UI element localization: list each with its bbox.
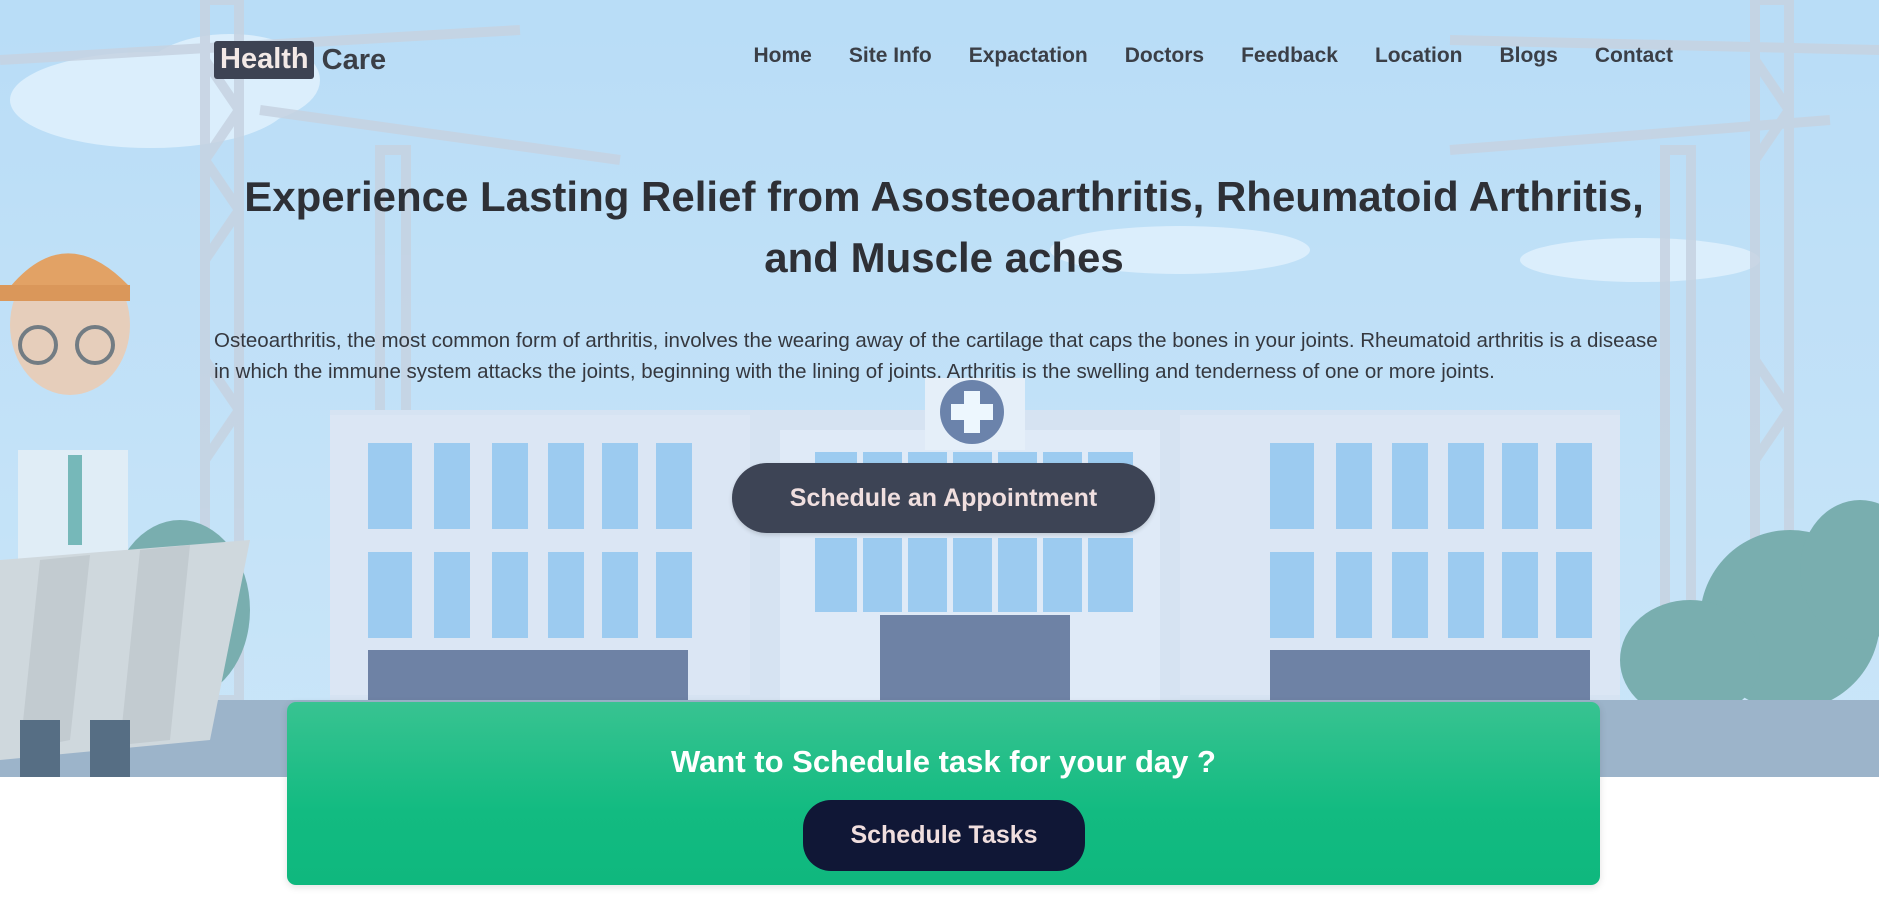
- brand-logo-care: Care: [321, 43, 387, 76]
- nav-blogs[interactable]: Blogs: [1499, 44, 1557, 68]
- brand-logo-health: Health: [214, 41, 314, 79]
- hero-title: Experience Lasting Relief from Asosteoar…: [244, 173, 1644, 281]
- schedule-appointment-button[interactable]: Schedule an Appointment: [732, 463, 1155, 533]
- nav-location[interactable]: Location: [1375, 44, 1463, 68]
- nav-feedback[interactable]: Feedback: [1241, 44, 1338, 68]
- schedule-tasks-button[interactable]: Schedule Tasks: [803, 800, 1085, 871]
- hero-section: Health Care Home Site Info Expactation D…: [0, 0, 1879, 777]
- nav-doctors[interactable]: Doctors: [1125, 44, 1204, 68]
- nav-expectation[interactable]: Expactation: [969, 44, 1088, 68]
- task-card-title: Want to Schedule task for your day ?: [671, 744, 1216, 779]
- brand-logo[interactable]: Health Care: [214, 41, 386, 79]
- nav-home[interactable]: Home: [754, 44, 812, 68]
- hero-description: Osteoarthritis, the most common form of …: [214, 329, 1658, 383]
- schedule-task-card: Want to Schedule task for your day ? Sch…: [287, 702, 1600, 885]
- nav-site-info[interactable]: Site Info: [849, 44, 932, 68]
- main-nav: Home Site Info Expactation Doctors Feedb…: [754, 44, 1674, 68]
- hero-overlay: [0, 0, 1879, 777]
- nav-contact[interactable]: Contact: [1595, 44, 1673, 68]
